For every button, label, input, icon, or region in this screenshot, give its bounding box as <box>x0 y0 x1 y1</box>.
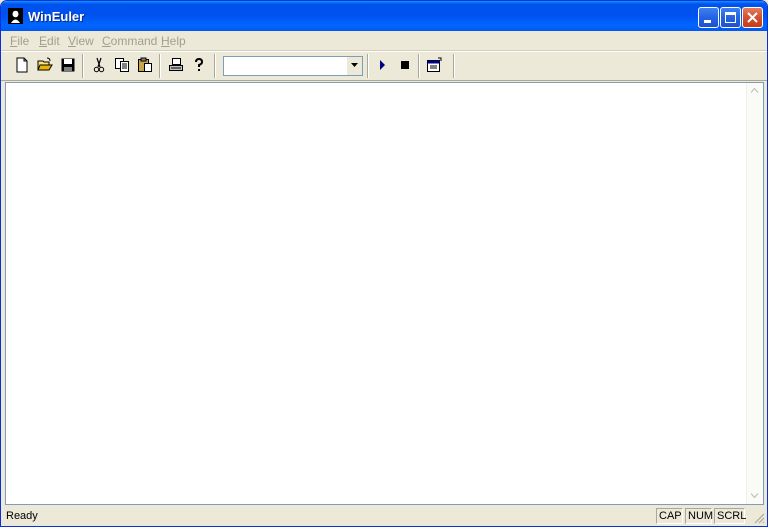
combobox-dropdown-button[interactable] <box>346 57 362 75</box>
print-icon <box>169 58 183 71</box>
toolbar-separator <box>418 54 420 78</box>
toolbar-separator <box>159 54 161 78</box>
status-num: NUM <box>685 508 713 524</box>
menu-file[interactable]: File <box>10 34 29 48</box>
arrow-up-icon <box>751 88 759 93</box>
close-icon <box>747 12 758 23</box>
toolbar <box>1 52 767 81</box>
status-scrl: SCRL <box>714 508 746 524</box>
menu-edit[interactable]: Edit <box>39 34 60 48</box>
minimize-button[interactable] <box>698 7 719 28</box>
arrow-down-icon <box>751 493 759 498</box>
toolbar-separator <box>82 54 84 78</box>
chevron-down-icon <box>351 63 358 67</box>
paste-icon <box>138 57 152 72</box>
copy-icon <box>115 58 129 72</box>
toolbar-separator <box>214 54 216 78</box>
cut-scissors-icon <box>93 57 105 73</box>
scroll-down-button[interactable] <box>748 489 762 503</box>
stop-button[interactable] <box>394 54 416 76</box>
maximize-icon <box>725 12 736 23</box>
menu-bar: File Edit View Command Help <box>1 31 767 50</box>
open-folder-icon <box>37 57 53 71</box>
status-cap: CAP <box>656 508 683 524</box>
open-button[interactable] <box>34 54 56 76</box>
toolbar-separator <box>453 54 455 78</box>
resize-grip-icon[interactable] <box>753 512 765 524</box>
command-combobox[interactable] <box>223 56 363 76</box>
status-text: Ready <box>6 510 38 522</box>
app-window: WinEuler File Edit View Command Help Rea… <box>0 0 768 527</box>
new-file-icon <box>16 57 28 73</box>
help-question-icon <box>195 57 204 71</box>
menu-command[interactable]: Command <box>102 34 157 48</box>
run-button[interactable] <box>371 54 393 76</box>
window-title: WinEuler <box>28 9 85 24</box>
title-bar[interactable]: WinEuler <box>1 1 767 31</box>
document-area[interactable] <box>5 82 764 505</box>
app-logo-icon <box>8 8 23 24</box>
help-button[interactable] <box>188 54 210 76</box>
vertical-scrollbar[interactable] <box>746 83 763 504</box>
paste-button[interactable] <box>134 54 156 76</box>
status-bar: Ready CAP NUM SCRL <box>1 506 767 526</box>
scroll-up-button[interactable] <box>748 84 762 98</box>
save-disk-icon <box>61 58 75 72</box>
menu-help[interactable]: Help <box>161 34 186 48</box>
save-button[interactable] <box>57 54 79 76</box>
properties-icon <box>427 57 442 72</box>
new-button[interactable] <box>11 54 33 76</box>
menu-view[interactable]: View <box>68 34 94 48</box>
copy-button[interactable] <box>111 54 133 76</box>
print-button[interactable] <box>165 54 187 76</box>
cut-button[interactable] <box>88 54 110 76</box>
stop-icon <box>401 61 409 69</box>
toolbar-separator <box>367 54 369 78</box>
properties-button[interactable] <box>423 54 445 76</box>
close-button[interactable] <box>742 7 763 28</box>
minimize-icon <box>704 20 711 23</box>
run-play-icon <box>380 60 385 70</box>
maximize-button[interactable] <box>720 7 741 28</box>
